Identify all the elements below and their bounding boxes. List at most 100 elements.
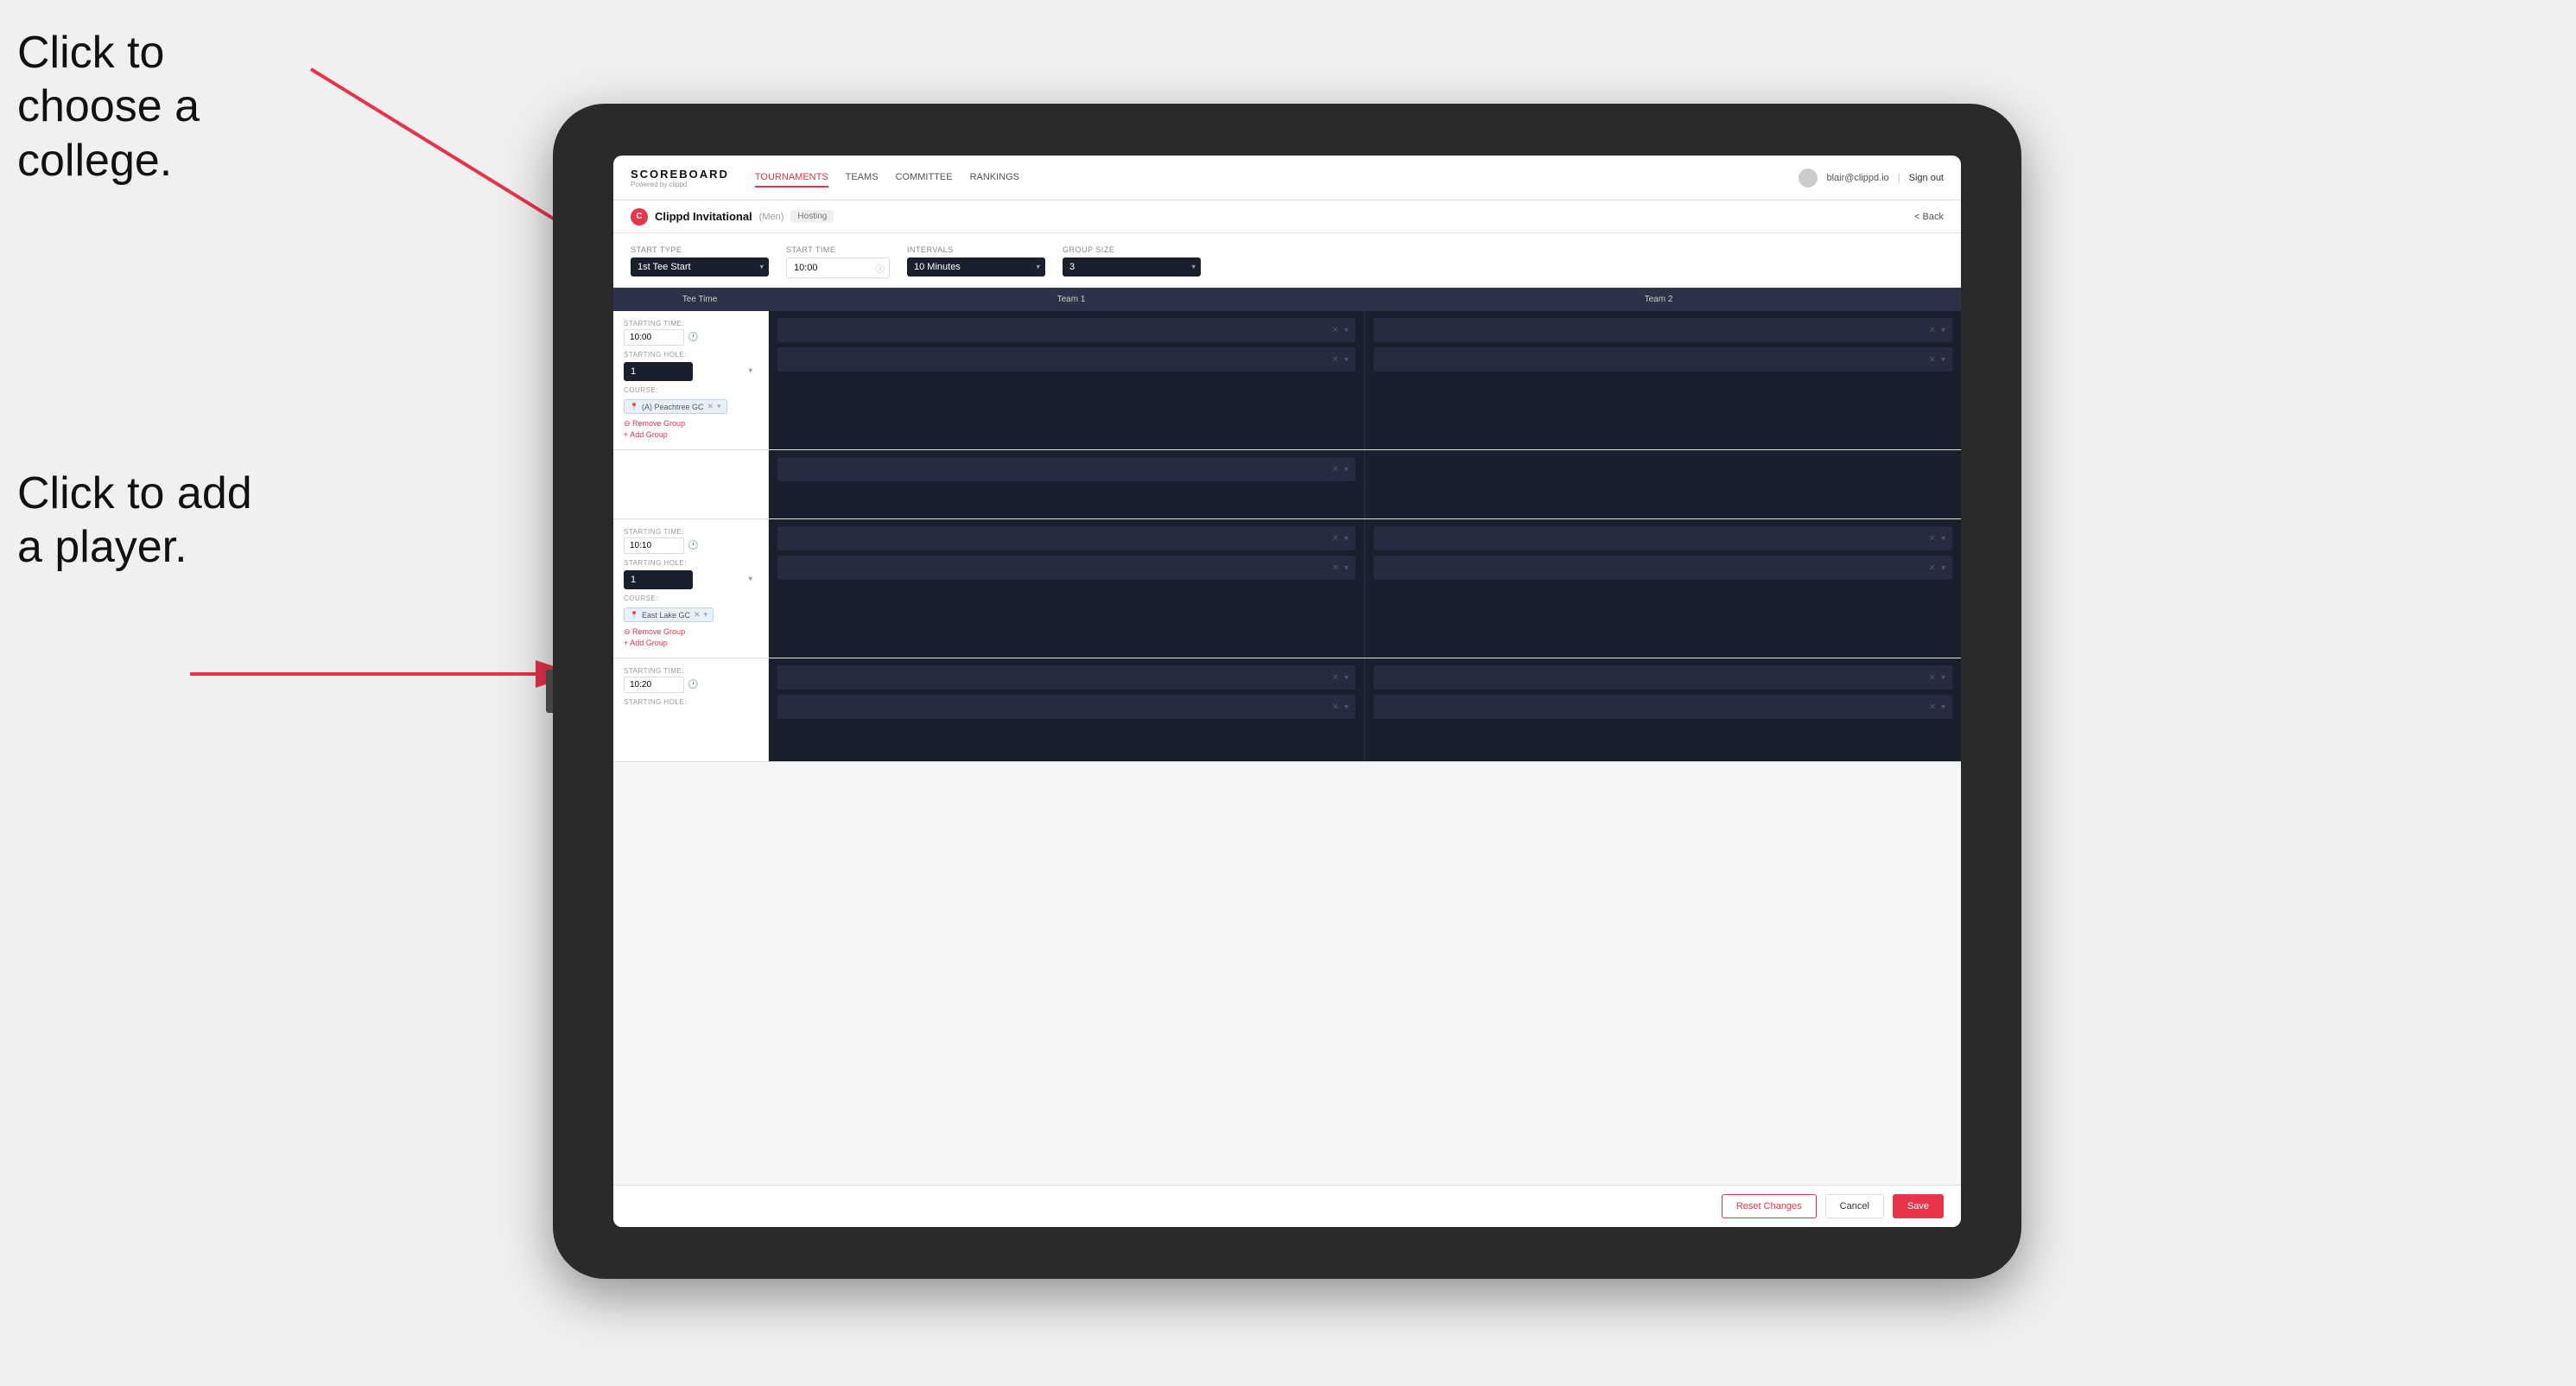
- nav-tournaments[interactable]: TOURNAMENTS: [755, 168, 828, 188]
- team1-cell-1: ✕ ▾ ✕ ▾: [769, 311, 1365, 449]
- start-time-input[interactable]: [786, 257, 890, 278]
- player-slot-1b-1[interactable]: ✕ ▾: [777, 457, 1355, 481]
- player-slot-v-6-1[interactable]: ▾: [1941, 673, 1945, 683]
- player-slot-2-2[interactable]: ✕ ▾: [1374, 347, 1952, 372]
- schedule-body: STARTING TIME: 🕐 STARTING HOLE: 1 COURSE…: [613, 311, 1961, 1185]
- nav-right: blair@clippd.io | Sign out: [1799, 168, 1944, 188]
- player-slot-x-6-2[interactable]: ✕: [1929, 703, 1936, 712]
- table-row: ✕ ▾: [613, 450, 1961, 519]
- player-slot-3-1[interactable]: ✕ ▾: [777, 526, 1355, 550]
- player-slot-v-1b-1[interactable]: ▾: [1344, 465, 1348, 474]
- course-dropdown-2[interactable]: ▾: [704, 610, 708, 620]
- start-time-label: Start Time: [786, 245, 890, 254]
- reset-changes-button[interactable]: Reset Changes: [1722, 1194, 1817, 1218]
- intervals-select[interactable]: 10 Minutes: [907, 257, 1045, 277]
- team1-cell-3: ✕ ▾ ✕ ▾: [769, 658, 1365, 761]
- remove-group-link-2[interactable]: ⊖ Remove Group: [624, 627, 758, 637]
- course-dropdown-1[interactable]: ▾: [717, 402, 721, 411]
- player-slot-x-3-2[interactable]: ✕: [1332, 563, 1339, 573]
- course-name-2: East Lake GC: [642, 611, 690, 620]
- cancel-button[interactable]: Cancel: [1825, 1194, 1884, 1218]
- player-slot-5-2[interactable]: ✕ ▾: [777, 695, 1355, 719]
- starting-time-input-2[interactable]: [624, 537, 684, 554]
- starting-time-input-1[interactable]: [624, 329, 684, 346]
- nav-links: TOURNAMENTS TEAMS COMMITTEE RANKINGS: [755, 168, 1799, 188]
- add-group-link-2[interactable]: + Add Group: [624, 639, 758, 647]
- start-type-select[interactable]: 1st Tee Start: [631, 257, 769, 277]
- course-remove-1[interactable]: ✕: [707, 402, 714, 411]
- add-group-link-1[interactable]: + Add Group: [624, 430, 758, 439]
- logo-area: SCOREBOARD Powered by clippd: [631, 168, 729, 188]
- player-slot-1-1[interactable]: ✕ ▾: [777, 318, 1355, 342]
- starting-hole-select-2[interactable]: 1: [624, 570, 693, 589]
- save-button[interactable]: Save: [1893, 1194, 1944, 1218]
- team2-cell-1: ✕ ▾ ✕ ▾: [1365, 311, 1961, 449]
- clock-icon-3: 🕐: [688, 680, 698, 690]
- player-slot-chevron-icon-2[interactable]: ▾: [1344, 355, 1348, 365]
- remove-group-link-1[interactable]: ⊖ Remove Group: [624, 419, 758, 429]
- start-time-info-icon: ⓘ: [876, 262, 885, 275]
- team1-header: Team 1: [777, 295, 1365, 304]
- breadcrumb-subtitle: (Men): [759, 212, 784, 222]
- player-slot-v-4-2[interactable]: ▾: [1941, 563, 1945, 573]
- group-2-left-panel: STARTING TIME: 🕐 STARTING HOLE: 1 COURSE…: [613, 519, 769, 658]
- starting-time-input-3[interactable]: [624, 677, 684, 693]
- team2-cell-2: ✕ ▾ ✕ ▾: [1365, 519, 1961, 658]
- intervals-group: Intervals 10 Minutes: [907, 245, 1045, 278]
- team1-cell-1b: ✕ ▾: [769, 450, 1365, 518]
- player-slot-x-icon-2[interactable]: ✕: [1332, 355, 1339, 365]
- player-slot-x-4-1[interactable]: ✕: [1929, 534, 1936, 544]
- starting-time-label-1: STARTING TIME:: [624, 320, 758, 327]
- group-size-select[interactable]: 3: [1063, 257, 1201, 277]
- clock-icon-1: 🕐: [688, 333, 698, 342]
- player-slot-5-1[interactable]: ✕ ▾: [777, 665, 1355, 690]
- back-button[interactable]: < Back: [1914, 212, 1944, 222]
- course-label-1: COURSE:: [624, 386, 758, 394]
- user-email: blair@clippd.io: [1826, 173, 1888, 183]
- player-slot-x-icon-4[interactable]: ✕: [1929, 355, 1936, 365]
- player-slot-x-5-2[interactable]: ✕: [1332, 703, 1339, 712]
- player-slot-x-4-2[interactable]: ✕: [1929, 563, 1936, 573]
- start-time-group: Start Time ⓘ: [786, 245, 890, 278]
- player-slot-v-6-2[interactable]: ▾: [1941, 703, 1945, 712]
- starting-hole-select-1[interactable]: 1: [624, 362, 693, 381]
- player-slot-1-2[interactable]: ✕ ▾: [777, 347, 1355, 372]
- player-slot-3-2[interactable]: ✕ ▾: [777, 556, 1355, 580]
- player-slot-4-1[interactable]: ✕ ▾: [1374, 526, 1952, 550]
- player-slot-x-5-1[interactable]: ✕: [1332, 673, 1339, 683]
- sign-out-link[interactable]: Sign out: [1909, 173, 1944, 183]
- starting-time-label-3: STARTING TIME:: [624, 667, 758, 675]
- player-slot-v-3-1[interactable]: ▾: [1344, 534, 1348, 544]
- nav-rankings[interactable]: RANKINGS: [970, 168, 1019, 188]
- player-slot-x-3-1[interactable]: ✕: [1332, 534, 1339, 544]
- player-slot-6-1[interactable]: ✕ ▾: [1374, 665, 1952, 690]
- player-slot-v-3-2[interactable]: ▾: [1344, 563, 1348, 573]
- player-slot-v-4-1[interactable]: ▾: [1941, 534, 1945, 544]
- course-remove-2[interactable]: ✕: [694, 610, 701, 620]
- player-slot-v-5-2[interactable]: ▾: [1344, 703, 1348, 712]
- nav-committee[interactable]: COMMITTEE: [896, 168, 953, 188]
- tablet-side-button: [546, 670, 553, 713]
- tablet-screen: SCOREBOARD Powered by clippd TOURNAMENTS…: [613, 156, 1961, 1227]
- start-type-label: Start Type: [631, 245, 769, 254]
- course-label-2: COURSE:: [624, 594, 758, 602]
- group-size-label: Group Size: [1063, 245, 1201, 254]
- annotation-add-player: Click to adda player.: [17, 467, 252, 575]
- hosting-badge: Hosting: [790, 210, 834, 223]
- player-slot-chevron-icon-4[interactable]: ▾: [1941, 355, 1945, 365]
- player-slot-x-1b-1[interactable]: ✕: [1332, 465, 1339, 474]
- course-chip-2: 📍 East Lake GC ✕ ▾: [624, 607, 714, 622]
- table-row: STARTING TIME: 🕐 STARTING HOLE: 1 COURSE…: [613, 519, 1961, 658]
- breadcrumb-bar: C Clippd Invitational (Men) Hosting < Ba…: [613, 200, 1961, 233]
- player-slot-x-icon[interactable]: ✕: [1332, 326, 1339, 335]
- player-slot-chevron-icon-3[interactable]: ▾: [1941, 326, 1945, 335]
- player-slot-chevron-icon[interactable]: ▾: [1344, 326, 1348, 335]
- team1-cell-2: ✕ ▾ ✕ ▾: [769, 519, 1365, 658]
- player-slot-x-icon-3[interactable]: ✕: [1929, 326, 1936, 335]
- player-slot-x-6-1[interactable]: ✕: [1929, 673, 1936, 683]
- player-slot-4-2[interactable]: ✕ ▾: [1374, 556, 1952, 580]
- player-slot-6-2[interactable]: ✕ ▾: [1374, 695, 1952, 719]
- player-slot-2-1[interactable]: ✕ ▾: [1374, 318, 1952, 342]
- player-slot-v-5-1[interactable]: ▾: [1344, 673, 1348, 683]
- nav-teams[interactable]: TEAMS: [846, 168, 879, 188]
